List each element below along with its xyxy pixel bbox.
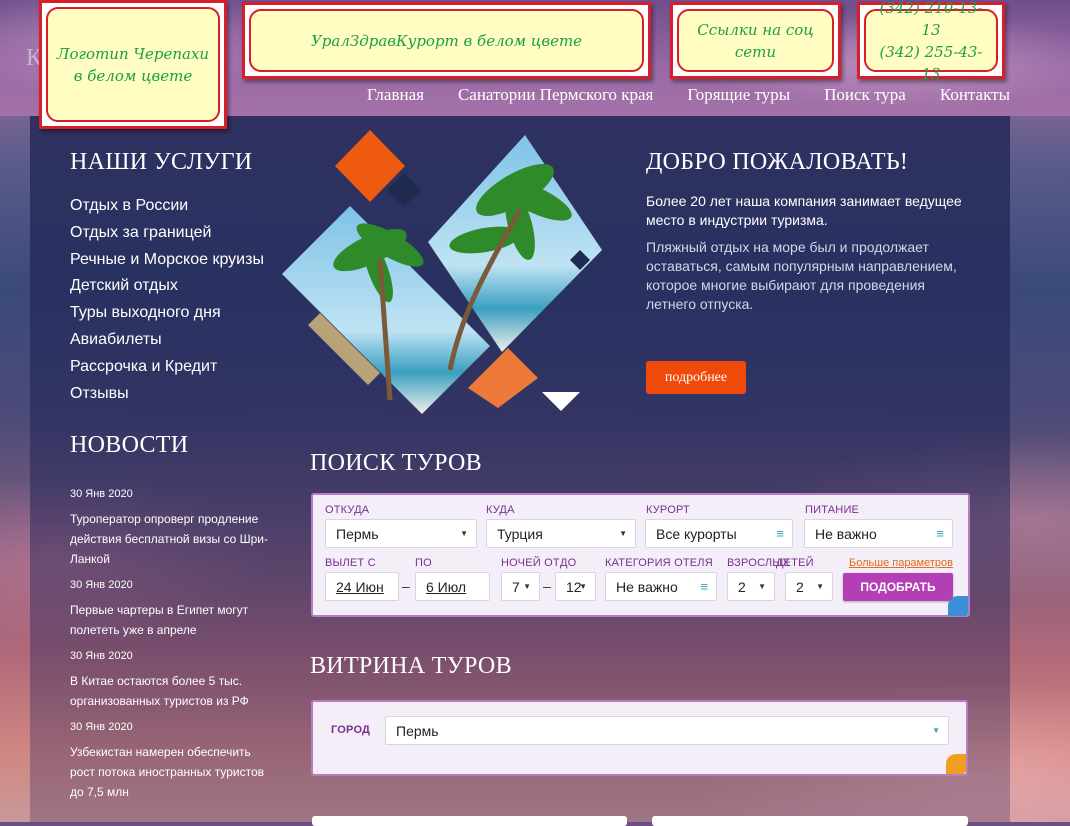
- brand-placeholder: УралЗдравКурорт в белом цвете: [242, 2, 651, 79]
- till-date-value: 6 Июл: [426, 578, 467, 595]
- social-links-text: Ссылки на соц сети: [677, 9, 834, 72]
- brand-placeholder-text: УралЗдравКурорт в белом цвете: [249, 9, 644, 72]
- nav-item-home[interactable]: Главная: [367, 85, 424, 105]
- meal-select[interactable]: Не важно ≡: [804, 519, 953, 548]
- nights-from-value: 7: [512, 578, 520, 595]
- phone-2[interactable]: (342) 255-43-13: [872, 41, 990, 85]
- nav-item-hot-tours[interactable]: Горящие туры: [687, 85, 790, 105]
- kids-value: 2: [796, 578, 804, 595]
- chevron-down-icon: ▼: [523, 582, 531, 591]
- till-date-input[interactable]: 6 Июл: [415, 572, 490, 601]
- depart-date-input[interactable]: 24 Июн: [325, 572, 399, 601]
- service-item[interactable]: Отдых в России: [70, 196, 264, 223]
- news-date: 30 Янв 2020: [70, 650, 133, 662]
- chevron-down-icon: ▼: [579, 582, 587, 591]
- service-item[interactable]: Детский отдых: [70, 276, 264, 303]
- label-to: КУДА: [486, 504, 515, 516]
- label-till: ПО: [415, 557, 432, 569]
- hotel-category-value: Не важно: [616, 578, 678, 595]
- more-button[interactable]: подробнее: [646, 361, 746, 394]
- tour-card[interactable]: [652, 816, 968, 826]
- sail-badge-icon: [946, 754, 966, 774]
- news-item: 30 Янв 2020 Первые чартеры в Египет могу…: [70, 579, 275, 640]
- to-value: Турция: [497, 525, 543, 542]
- sail-badge-icon: [948, 596, 968, 616]
- meal-value: Не важно: [815, 525, 877, 542]
- news-item: 30 Янв 2020 В Китае остаются более 5 тыс…: [70, 650, 275, 711]
- logo-placeholder-text: Логотип Черепахи в белом цвете: [46, 7, 220, 122]
- news-title: НОВОСТИ: [70, 432, 189, 458]
- social-links-placeholder[interactable]: Ссылки на соц сети: [670, 2, 841, 79]
- label-from: ОТКУДА: [325, 504, 370, 516]
- welcome-text-secondary: Пляжный отдых на море был и продолжает о…: [646, 239, 957, 312]
- news-date: 30 Янв 2020: [70, 488, 133, 500]
- welcome-title: ДОБРО ПОЖАЛОВАТЬ!: [646, 149, 909, 175]
- white-triangle: [542, 392, 580, 411]
- news-link[interactable]: Туроператор опроверг продление действия …: [70, 509, 275, 569]
- logo-placeholder[interactable]: Логотип Черепахи в белом цвете: [39, 0, 227, 129]
- resort-select[interactable]: Все курорты ≡: [645, 519, 793, 548]
- find-tours-button[interactable]: ПОДОБРАТЬ: [843, 573, 953, 601]
- label-resort: КУРОРТ: [646, 504, 690, 516]
- phone-block: (342) 210-13-13 (342) 255-43-13: [864, 0, 998, 83]
- news-date: 30 Янв 2020: [70, 579, 133, 591]
- more-params-link[interactable]: Больше параметров: [849, 557, 953, 569]
- label-city: ГОРОД: [331, 724, 371, 736]
- nights-to-select[interactable]: 12 ▼: [555, 572, 596, 601]
- from-select[interactable]: Пермь ▼: [325, 519, 477, 548]
- nav-item-tour-search[interactable]: Поиск тура: [824, 85, 906, 105]
- chevron-down-icon: ▼: [932, 726, 940, 735]
- hotel-category-select[interactable]: Не важно ≡: [605, 572, 717, 601]
- news-link[interactable]: Узбекистан намерен обеспечить рост поток…: [70, 742, 275, 802]
- search-title: ПОИСК ТУРОВ: [310, 450, 482, 476]
- phone-1[interactable]: (342) 210-13-13: [872, 0, 990, 41]
- adults-select[interactable]: 2 ▼: [727, 572, 775, 601]
- news-list: 30 Янв 2020 Туроператор опроверг продлен…: [70, 488, 275, 812]
- hero-palm-collage: [282, 130, 602, 414]
- nav-item-sanatoriums[interactable]: Санатории Пермского края: [458, 85, 653, 105]
- list-menu-icon: ≡: [776, 526, 784, 541]
- city-select[interactable]: Пермь ▼: [385, 716, 949, 745]
- chevron-down-icon: ▼: [758, 582, 766, 591]
- city-value: Пермь: [396, 722, 439, 739]
- from-value: Пермь: [336, 525, 379, 542]
- service-item[interactable]: Рассрочка и Кредит: [70, 357, 264, 384]
- chevron-down-icon: ▼: [816, 582, 824, 591]
- phone-placeholder[interactable]: (342) 210-13-13 (342) 255-43-13: [857, 0, 1005, 83]
- chevron-down-icon: ▼: [619, 529, 627, 538]
- adults-value: 2: [738, 578, 746, 595]
- chevron-down-icon: ▼: [460, 529, 468, 538]
- label-meal: ПИТАНИЕ: [805, 504, 860, 516]
- label-nights-to: ДО: [560, 557, 577, 569]
- news-item: 30 Янв 2020 Узбекистан намерен обеспечит…: [70, 721, 275, 802]
- news-date: 30 Янв 2020: [70, 721, 133, 733]
- main-nav: Главная Санатории Пермского края Горящие…: [367, 85, 1010, 105]
- service-item[interactable]: Авиабилеты: [70, 330, 264, 357]
- kids-select[interactable]: 2 ▼: [785, 572, 833, 601]
- news-link[interactable]: В Китае остаются более 5 тыс. организова…: [70, 671, 275, 711]
- news-item: 30 Янв 2020 Туроператор опроверг продлен…: [70, 488, 275, 569]
- services-title: НАШИ УСЛУГИ: [70, 149, 253, 175]
- label-hotel-category: КАТЕГОРИЯ ОТЕЛЯ: [605, 557, 713, 569]
- services-list: Отдых в России Отдых за границей Речные …: [70, 196, 264, 410]
- label-nights-from: НОЧЕЙ ОТ: [501, 557, 560, 569]
- resort-value: Все курорты: [656, 525, 737, 542]
- depart-date-value: 24 Июн: [336, 578, 384, 595]
- list-menu-icon: ≡: [936, 526, 944, 541]
- service-item[interactable]: Отзывы: [70, 384, 264, 411]
- service-item[interactable]: Речные и Морское круизы: [70, 250, 264, 277]
- nav-item-contacts[interactable]: Контакты: [940, 85, 1010, 105]
- news-link[interactable]: Первые чартеры в Египет могут полететь у…: [70, 600, 275, 640]
- service-item[interactable]: Отдых за границей: [70, 223, 264, 250]
- label-depart: ВЫЛЕТ С: [325, 557, 376, 569]
- label-kids: ДЕТЕЙ: [776, 557, 814, 569]
- showcase-title: ВИТРИНА ТУРОВ: [310, 653, 512, 679]
- nights-from-select[interactable]: 7 ▼: [501, 572, 540, 601]
- list-menu-icon: ≡: [700, 579, 708, 594]
- service-item[interactable]: Туры выходного дня: [70, 303, 264, 330]
- welcome-text-primary: Более 20 лет наша компания занимает веду…: [646, 193, 962, 228]
- to-select[interactable]: Турция ▼: [486, 519, 636, 548]
- tour-card[interactable]: [312, 816, 627, 826]
